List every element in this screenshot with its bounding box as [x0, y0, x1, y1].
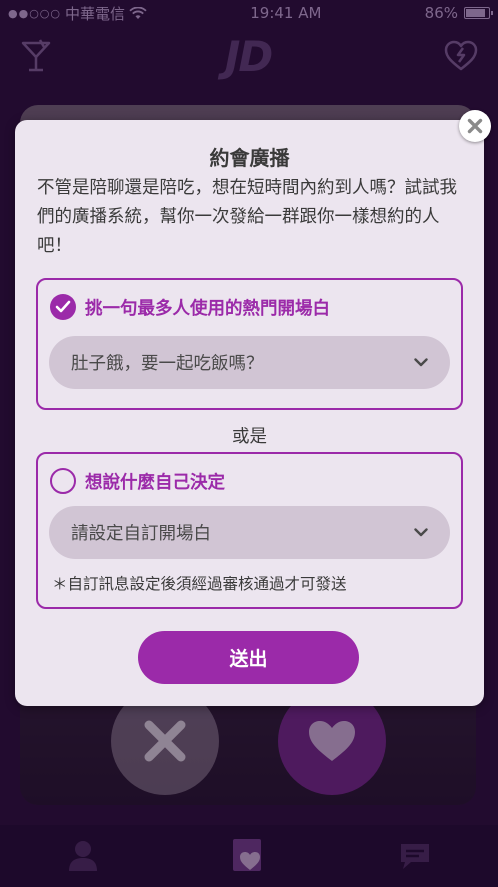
- radio-selected[interactable]: [50, 294, 76, 320]
- custom-opener-label: 想說什麼自己決定: [85, 472, 225, 493]
- radio-unselected[interactable]: [50, 468, 76, 494]
- chevron-down-icon: [414, 528, 428, 537]
- broadcast-dialog: 約會廣播 不管是陪聊還是陪吃，想在短時間內約到人嗎？試試我們的廣播系統，幫你一次…: [15, 120, 484, 706]
- popular-opener-option[interactable]: 挑一句最多人使用的熱門開場白 肚子餓，要一起吃飯嗎？: [36, 278, 463, 410]
- review-note: ＊自訂訊息設定後須經過審核通過才可發送: [52, 575, 347, 593]
- send-button[interactable]: 送出: [138, 631, 359, 684]
- or-divider: 或是: [232, 427, 267, 447]
- popular-opener-label: 挑一句最多人使用的熱門開場白: [85, 298, 330, 319]
- close-button[interactable]: [459, 110, 491, 142]
- checkmark-icon: [55, 300, 71, 313]
- chevron-down-icon: [414, 358, 428, 367]
- dialog-title: 約會廣播: [209, 146, 290, 170]
- custom-opener-select[interactable]: 請設定自訂開場白: [49, 506, 450, 559]
- close-icon: [467, 118, 483, 134]
- custom-opener-placeholder: 請設定自訂開場白: [71, 524, 211, 544]
- popular-opener-select[interactable]: 肚子餓，要一起吃飯嗎？: [49, 336, 450, 389]
- popular-opener-value: 肚子餓，要一起吃飯嗎？: [71, 354, 264, 374]
- dialog-description: 不管是陪聊還是陪吃，想在短時間內約到人嗎？試試我們的廣播系統，幫你一次發給一群跟…: [37, 178, 457, 256]
- custom-opener-option[interactable]: 想說什麼自己決定 請設定自訂開場白 ＊自訂訊息設定後須經過審核通過才可發送: [36, 452, 463, 609]
